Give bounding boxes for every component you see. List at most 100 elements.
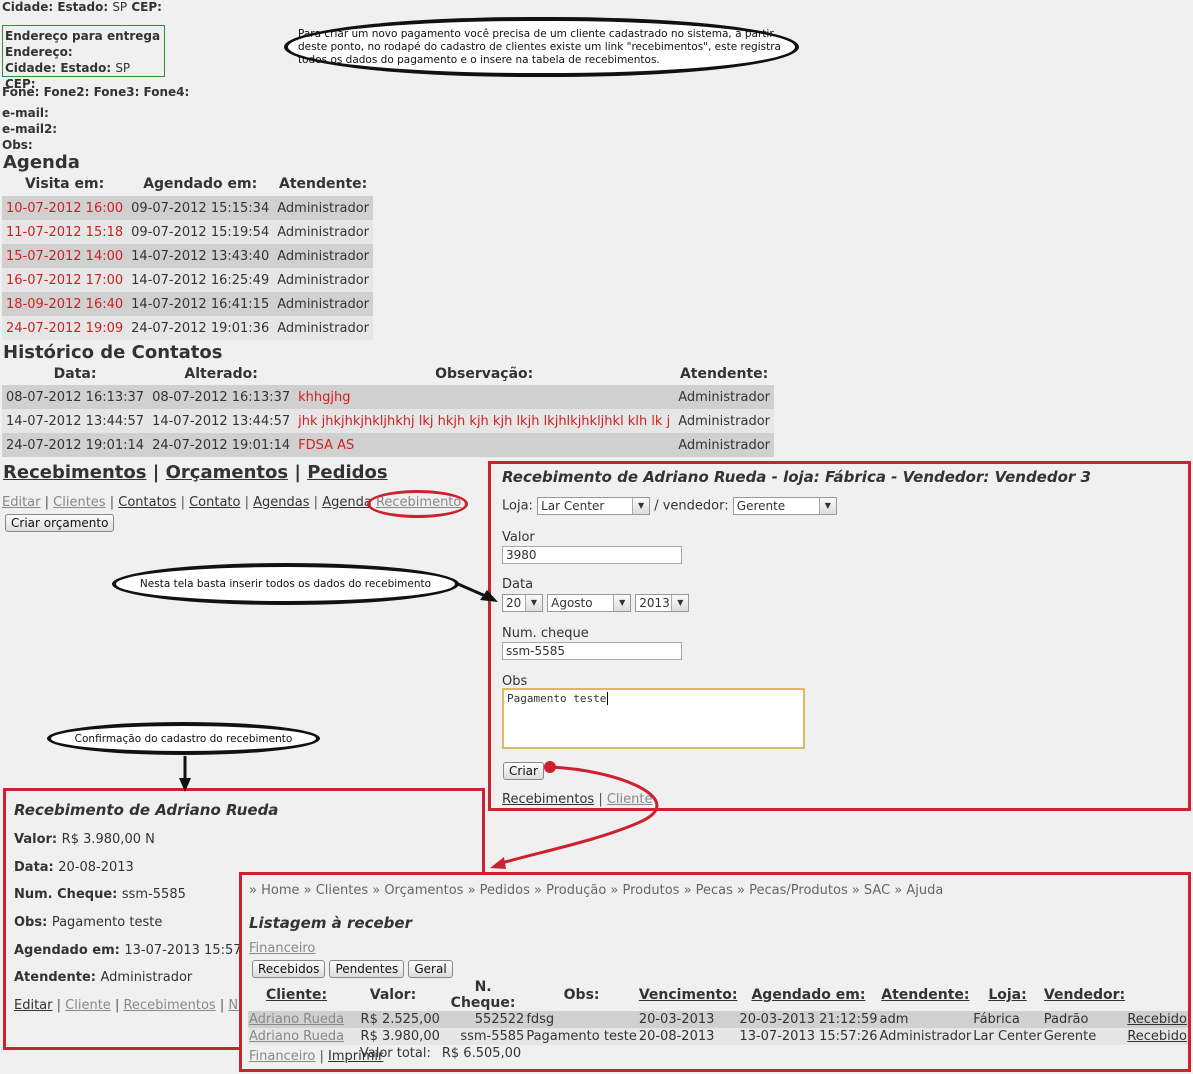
highlight-ellipse [367, 490, 468, 518]
arrow-line [457, 582, 491, 600]
delivery-address-box: Endereço para entrega Endereço: Cidade: … [2, 25, 165, 91]
listing-footer-links: Financeiro | Imprimir [249, 1049, 384, 1064]
annotation-bubble-middle: Nesta tela basta inserir todos os dados … [112, 563, 459, 605]
row-status-link[interactable]: Recebido [1126, 1011, 1188, 1028]
cheque-input[interactable]: ssm-5585 [502, 642, 682, 660]
historico-table: Data: Alterado: Observação: Atendente: 0… [2, 363, 774, 457]
recebimentos-link[interactable]: Recebimentos [502, 792, 594, 807]
confirm-links: Editar | Cliente | Recebimentos | No [14, 998, 247, 1013]
header-cheque: N. Cheque: [450, 979, 516, 1011]
obs-form-label: Obs [502, 674, 528, 689]
total-row: Valor total: R$ 6.505,00 [248, 1045, 1188, 1062]
financeiro-link[interactable]: Financeiro [249, 941, 315, 956]
pendentes-button[interactable]: Pendentes [329, 960, 405, 978]
row-status-link[interactable]: Recebido [1126, 1028, 1188, 1045]
breadcrumb: » Home » Clientes » Orçamentos » Pedidos… [249, 883, 944, 898]
loja-row: Loja: Lar Center ▼ / vendedor: Gerente ▼ [502, 497, 837, 515]
obs-textarea[interactable]: Pagamento teste [502, 688, 805, 749]
valor-input[interactable]: 3980 [502, 546, 682, 564]
recebimentos-section-link[interactable]: Recebimentos [3, 462, 146, 483]
confirm-atendente: Atendente: Administrador [14, 970, 193, 985]
nav-contatos-link[interactable]: Contatos [118, 495, 176, 510]
mes-select[interactable]: Agosto ▼ [547, 594, 632, 612]
filter-buttons: Recebidos Pendentes Geral [252, 960, 453, 978]
listing-table: Cliente: Valor: N. Cheque: Obs: Vencimen… [248, 979, 1188, 1062]
header-obs: Obs: [563, 987, 600, 1003]
confirm-recebimentos-link[interactable]: Recebimentos [123, 998, 215, 1013]
table-row: Adriano Rueda R$ 2.525,00 552522 fdsg 20… [248, 1011, 1188, 1028]
hist-header-data: Data: [53, 366, 97, 382]
header-vendedor[interactable]: Vendedor: [1043, 979, 1127, 1011]
agenda-table: Visita em: Agendado em: Atendente: 10-07… [2, 172, 374, 340]
chevron-down-icon: ▼ [818, 498, 836, 514]
nav-contato-link[interactable]: Contato [189, 495, 240, 510]
table-row: 18-09-2012 16:40 14-07-2012 16:41:15 Admin… [2, 292, 374, 316]
table-row: 24-07-2012 19:01:14 24-07-2012 19:01:14 FD… [2, 433, 774, 457]
table-row: 08-07-2012 16:13:37 08-07-2012 16:13:37 kh… [2, 385, 774, 409]
listing-title: Listagem à receber [249, 914, 412, 932]
hist-header-obs: Observação: [435, 366, 534, 382]
form-title: Recebimento de Adriano Rueda - loja: Fáb… [502, 468, 1091, 486]
criar-orcamento-button[interactable]: Criar orçamento [5, 514, 115, 532]
criar-button[interactable]: Criar [503, 762, 544, 780]
recebidos-button[interactable]: Recebidos [252, 960, 326, 978]
table-row: 10-07-2012 16:00 09-07-2012 15:15:34 Admin… [2, 196, 374, 220]
email2-label: e-mail2: [2, 122, 58, 136]
annotation-bubble-top: Para criar um novo pagamento você precis… [284, 17, 799, 77]
hist-header-alterado: Alterado: [184, 366, 258, 382]
footer-financeiro-link[interactable]: Financeiro [249, 1049, 315, 1064]
data-label: Data [502, 577, 534, 592]
obs-label: Obs: [2, 138, 33, 152]
table-row: 24-07-2012 19:09 24-07-2012 19:01:36 Admin… [2, 316, 374, 340]
header-atendente[interactable]: Atendente: [879, 979, 973, 1011]
header-cliente[interactable]: Cliente: [248, 979, 345, 1011]
ano-select[interactable]: 2013 ▼ [635, 594, 690, 612]
chevron-down-icon: ▼ [525, 595, 542, 611]
nav-editar-link[interactable]: Editar [2, 495, 41, 510]
cliente-link[interactable]: Cliente [607, 792, 653, 807]
annotation-bubble-bottom: Confirmação do cadastro do recebimento [47, 722, 320, 755]
confirm-agendado: Agendado em: 13-07-2013 15:57:2 [14, 943, 255, 958]
header-loja[interactable]: Loja: [972, 979, 1042, 1011]
chevron-down-icon: ▼ [632, 498, 650, 514]
confirm-cliente-link[interactable]: Cliente [65, 998, 111, 1013]
header-agendado[interactable]: Agendado em: [738, 979, 878, 1011]
confirm-editar-link[interactable]: Editar [14, 998, 53, 1013]
header-valor: Valor: [369, 987, 417, 1003]
table-row: 11-07-2012 15:18 09-07-2012 15:19:54 Admin… [2, 220, 374, 244]
form-footer-links: Recebimentos | Cliente [502, 792, 653, 807]
imprimir-link[interactable]: Imprimir [328, 1049, 383, 1064]
orcamentos-section-link[interactable]: Orçamentos [166, 462, 288, 483]
table-row: 16-07-2012 17:00 14-07-2012 16:25:49 Admin… [2, 268, 374, 292]
phones-line: Fone: Fone2: Fone3: Fone4: [2, 85, 190, 99]
pedidos-section-link[interactable]: Pedidos [307, 462, 387, 483]
cheque-label: Num. cheque [502, 626, 589, 641]
nav-agendas-link[interactable]: Agendas [253, 495, 309, 510]
data-selects: 20 ▼ Agosto ▼ 2013 ▼ [502, 594, 690, 612]
table-row: 14-07-2012 13:44:57 14-07-2012 13:44:57 jh… [2, 409, 774, 433]
row-cliente-link[interactable]: Adriano Rueda [248, 1028, 346, 1045]
arrow-head [490, 857, 506, 869]
confirm-obs: Obs: Pagamento teste [14, 915, 163, 930]
dia-select[interactable]: 20 ▼ [502, 594, 543, 612]
email-label: e-mail: [2, 106, 49, 120]
header-vencimento[interactable]: Vencimento: [638, 979, 739, 1011]
agenda-title: Agenda [3, 152, 80, 173]
geral-button[interactable]: Geral [408, 960, 453, 978]
total-value: R$ 6.505,00 [441, 1046, 522, 1061]
confirm-title: Recebimento de Adriano Rueda [14, 801, 279, 819]
contact-fields: e-mail: e-mail2: Obs: [2, 105, 57, 153]
nav-clientes-link[interactable]: Clientes [53, 495, 105, 510]
loja-select[interactable]: Lar Center ▼ [537, 497, 651, 515]
agenda-header-atendente: Atendente: [278, 176, 368, 192]
vendedor-select[interactable]: Gerente ▼ [732, 497, 837, 515]
chevron-down-icon: ▼ [613, 595, 631, 611]
row-cliente-link[interactable]: Adriano Rueda [248, 1011, 346, 1028]
table-row: 15-07-2012 14:00 14-07-2012 13:43:40 Admin… [2, 244, 374, 268]
confirm-data: Data: 20-08-2013 [14, 860, 134, 875]
nav-agenda-link[interactable]: Agenda [322, 495, 372, 510]
agenda-header-agendado: Agendado em: [143, 176, 258, 192]
chevron-down-icon: ▼ [671, 595, 689, 611]
form-panel: Recebimento de Adriano Rueda - loja: Fáb… [488, 461, 1191, 811]
confirm-cheque: Num. Cheque: ssm-5585 [14, 887, 186, 902]
